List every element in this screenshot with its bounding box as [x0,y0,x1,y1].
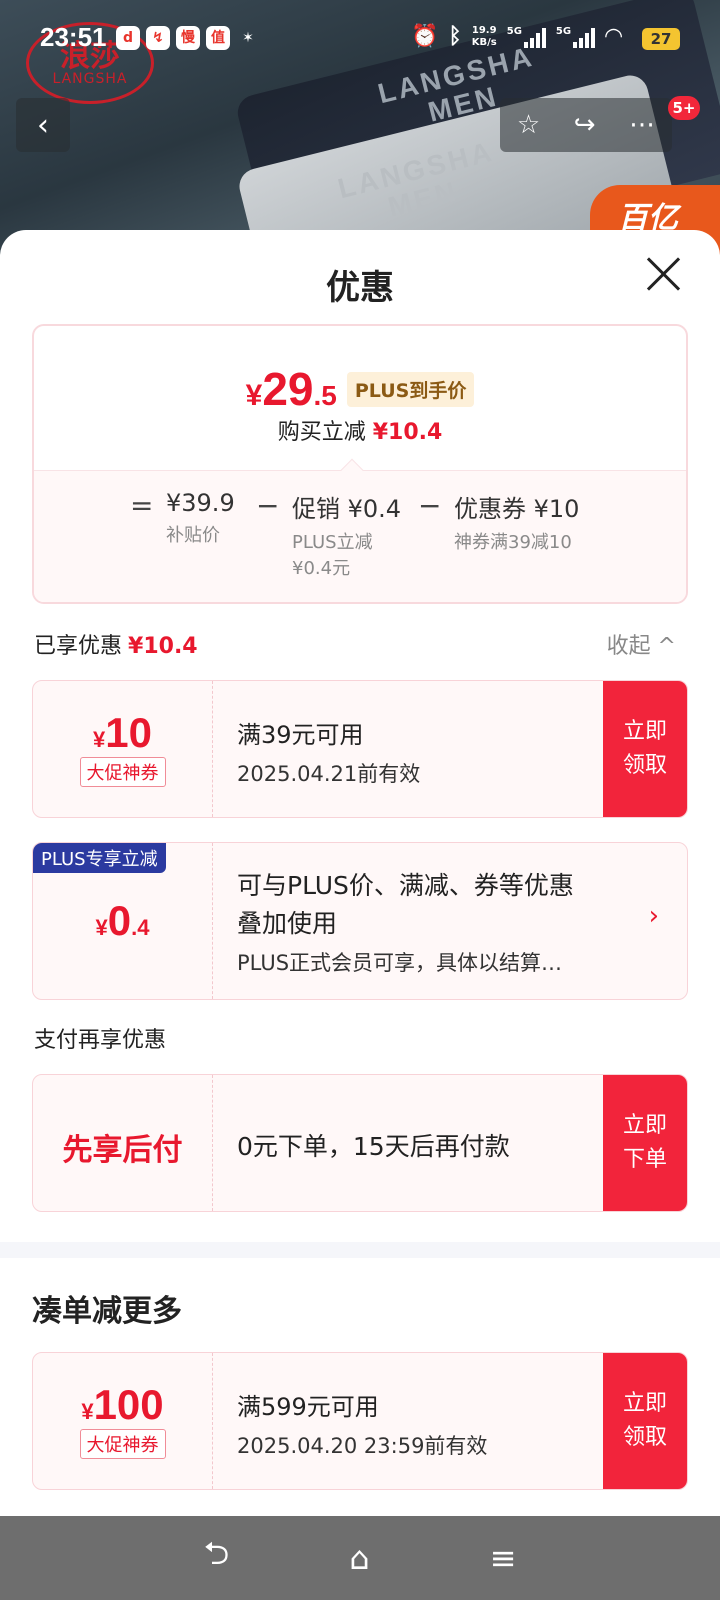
manman-icon: 慢 [176,26,200,50]
message-badge: 5+ [668,96,700,120]
handshake-icon: ✶ [242,30,254,46]
alarm-icon: ⏰ [411,24,439,49]
price-breakdown: = ¥39.9 补贴价 − 促销 ¥0.4 PLUS立减 ¥0.4元 − 优惠券… [34,470,686,602]
collapse-button[interactable]: 收起 ^ [607,628,676,660]
pay-section-label: 支付再享优惠 [34,1028,167,1053]
douyin-icon: d [116,26,140,50]
status-bar: 23:51 d ↯ 慢 值 ✶ ⏰ ᛒ 19.9 KB/s 5G 5G ◠ 27 [0,0,720,78]
pay-later-title-block: 先享后付 [33,1075,213,1211]
claim-coupon-button[interactable]: 立即 领取 [603,1353,687,1489]
claim-coupon-button[interactable]: 立即 领取 [603,681,687,817]
coupon-details: 满39元可用 2025.04.21前有效 [237,715,420,788]
coupon-condition: 满39元可用 [237,721,364,749]
fire-icon: ↯ [146,26,170,50]
plus-exclusive-label: PLUS专享立减 [33,843,166,873]
pay-later-title: 先享后付 [62,1133,183,1168]
wifi-icon: ◠ [605,24,622,49]
coupon-amount: ¥10 [93,709,152,756]
more-section-title: 凑单减更多 [32,1294,182,1329]
coupon-amount-block: ¥10 大促神券 [33,681,213,817]
coupon-amount: ¥100 [81,1381,164,1428]
bluetooth-icon: ᛒ [448,24,462,49]
more-menu-icon[interactable]: ⋯ [629,110,655,140]
discount-sheet: 优惠 ¥29.5 PLUS到手价 购买立减 ¥10.4 = ¥39.9 补贴价 … [0,230,720,1520]
minus-sign: − [418,489,442,522]
base-price: ¥39.9 补贴价 [166,489,235,546]
system-navigation-bar: ⮌ ⌂ ≡ [0,1516,720,1600]
header-actions: ☆ ↪ ⋯ [500,98,672,152]
status-time: 23:51 [40,22,107,52]
promo-discount: 促销 ¥0.4 PLUS立减 ¥0.4元 [292,495,402,579]
system-icons: ⏰ ᛒ 19.9 KB/s 5G 5G ◠ [411,24,668,49]
coupon-card: ¥100 大促神券 满599元可用 2025.04.20 23:59前有效 立即… [32,1352,688,1490]
back-button[interactable]: ‹ [16,98,70,152]
notification-icons: d ↯ 慢 值 ✶ [116,26,260,50]
menu-nav-icon[interactable]: ≡ [490,1539,517,1577]
share-icon[interactable]: ↪ [574,110,596,140]
coupon-card: ¥10 大促神券 满39元可用 2025.04.21前有效 立即 领取 [32,680,688,818]
coupon-condition: 满599元可用 [237,1393,379,1421]
signal-icon-2: 5G [556,26,596,48]
pay-later-card: 先享后付 0元下单，15天后再付款 立即 下单 [32,1074,688,1212]
plus-discount-amount: ¥0.4 [95,897,150,944]
plus-details: 可与PLUS价、满减、券等优惠 叠加使用 PLUS正式会员可享，具体以结算… [237,871,574,975]
home-nav-icon[interactable]: ⌂ [349,1539,369,1577]
coupon-details: 满599元可用 2025.04.20 23:59前有效 [237,1387,487,1460]
plus-price-tag: PLUS到手价 [346,372,475,407]
coupon-discount: 优惠券 ¥10 神券满39减10 [454,495,580,553]
coupon-validity: 2025.04.20 23:59前有效 [237,1434,488,1458]
final-price: ¥29.5 [245,363,337,415]
equals-sign: = [130,489,154,522]
close-icon[interactable] [642,252,686,296]
pay-later-description: 0元下单，15天后再付款 [237,1132,510,1161]
chevron-left-icon: ‹ [37,107,49,143]
zhi-icon: 值 [206,26,230,50]
coupon-validity: 2025.04.21前有效 [237,762,421,786]
plus-discount-card[interactable]: ¥0.4 PLUS专享立减 可与PLUS价、满减、券等优惠 叠加使用 PLUS正… [32,842,688,1000]
back-nav-icon[interactable]: ⮌ [204,1531,230,1585]
coupon-type-tag: 大促神券 [79,757,166,787]
coupon-amount-block: ¥100 大促神券 [33,1353,213,1489]
network-speed: 19.9 KB/s [471,24,497,48]
minus-sign: − [256,489,280,522]
chevron-right-icon: › [648,901,659,931]
enjoyed-discount-label: 已享优惠 ¥10.4 [34,634,198,659]
reduce-summary: 购买立减 ¥10.4 [277,420,443,445]
section-divider [0,1242,720,1258]
signal-icon-1: 5G [507,26,546,48]
price-summary-card: ¥29.5 PLUS到手价 购买立减 ¥10.4 = ¥39.9 补贴价 − 促… [32,324,688,604]
favorite-star-icon[interactable]: ☆ [517,110,540,140]
sheet-title: 优惠 [326,268,394,308]
battery-indicator: 27 [642,28,680,50]
coupon-type-tag: 大促神券 [79,1429,166,1459]
order-now-button[interactable]: 立即 下单 [603,1075,687,1211]
